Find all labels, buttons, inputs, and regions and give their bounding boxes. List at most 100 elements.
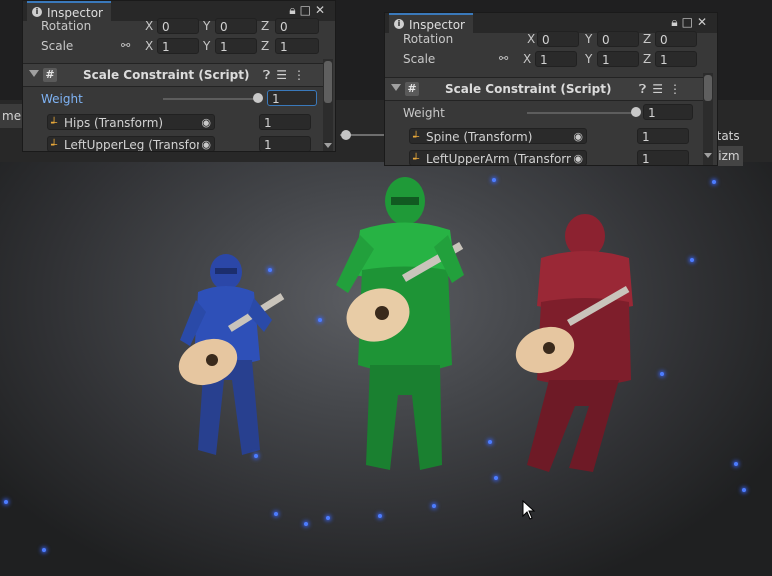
- scale-z-label[interactable]: Z: [261, 37, 269, 55]
- mouse-pointer-icon: [522, 500, 536, 520]
- lock-icon[interactable]: 🔒︎: [289, 3, 299, 17]
- weight-field[interactable]: 1: [643, 104, 693, 120]
- inspector-panel-left[interactable]: i Inspector 🔒︎□✕ Rotation X 0 Y 0 Z 0 Sc…: [22, 0, 336, 152]
- guitar-soundhole: [206, 354, 218, 366]
- source-transform-field[interactable]: ┵ Spine (Transform) ◉: [409, 128, 587, 144]
- kebab-menu-icon[interactable]: ⋮: [293, 68, 311, 82]
- particle-sparkle: [494, 476, 498, 480]
- help-icon[interactable]: ❓︎: [263, 68, 276, 82]
- info-icon: i: [394, 19, 404, 29]
- source-transform-field[interactable]: ┵ LeftUpperArm (Transform ◉: [409, 150, 587, 165]
- particle-sparkle: [712, 180, 716, 184]
- character-red[interactable]: [505, 210, 645, 475]
- scrollbar-thumb[interactable]: [704, 75, 712, 101]
- object-picker-icon[interactable]: ◉: [571, 129, 583, 143]
- scale-x-label[interactable]: X: [145, 37, 153, 55]
- inspector-scrollbar[interactable]: [323, 59, 333, 151]
- weight-slider-knob[interactable]: [631, 107, 641, 117]
- component-header[interactable]: # Scale Constraint (Script) ❓︎☰⋮: [23, 63, 325, 87]
- scrollbar-thumb[interactable]: [324, 61, 332, 103]
- rotation-x-field[interactable]: 0: [157, 18, 199, 34]
- transform-icon: ┵: [413, 132, 420, 143]
- preset-icon[interactable]: ☰: [652, 82, 669, 96]
- help-icon[interactable]: ❓︎: [639, 82, 652, 96]
- scene-toolbar-slider-knob[interactable]: [341, 130, 351, 140]
- source-weight-field[interactable]: 1: [259, 136, 311, 151]
- source-weight-field[interactable]: 1: [259, 114, 311, 130]
- character-green[interactable]: [330, 175, 470, 475]
- object-picker-icon[interactable]: ◉: [199, 137, 211, 151]
- character-green-mask: [391, 197, 419, 205]
- particle-sparkle: [734, 462, 738, 466]
- rotation-y-label[interactable]: Y: [585, 30, 592, 48]
- particle-sparkle: [488, 440, 492, 444]
- scale-y-field[interactable]: 1: [215, 38, 257, 54]
- kebab-menu-icon[interactable]: ⋮: [669, 82, 687, 96]
- foldout-arrow-icon[interactable]: [391, 84, 401, 91]
- constrain-proportions-icon[interactable]: ⚯: [121, 37, 130, 55]
- window-buttons: 🔒︎□✕: [671, 15, 711, 30]
- rotation-x-label[interactable]: X: [527, 30, 535, 48]
- guitar-soundhole: [375, 306, 389, 320]
- scale-x-label[interactable]: X: [523, 50, 531, 68]
- rotation-label: Rotation: [403, 32, 454, 46]
- source-weight-field[interactable]: 1: [637, 128, 689, 144]
- scroll-down-arrow-icon[interactable]: [704, 153, 712, 158]
- weight-slider-knob[interactable]: [253, 93, 263, 103]
- scroll-down-arrow-icon[interactable]: [324, 143, 332, 148]
- rotation-z-label[interactable]: Z: [261, 17, 269, 35]
- rotation-x-label[interactable]: X: [145, 17, 153, 35]
- foldout-arrow-icon[interactable]: [29, 70, 39, 77]
- particle-sparkle: [42, 548, 46, 552]
- particle-sparkle: [326, 516, 330, 520]
- scale-x-field[interactable]: 1: [535, 51, 577, 67]
- source-weight-field[interactable]: 1: [637, 150, 689, 165]
- particle-sparkle: [318, 318, 322, 322]
- particle-sparkle: [378, 514, 382, 518]
- scale-y-label[interactable]: Y: [585, 50, 592, 68]
- scene-tab-partial[interactable]: me: [0, 104, 22, 128]
- object-picker-icon[interactable]: ◉: [199, 115, 211, 129]
- scale-y-field[interactable]: 1: [597, 51, 639, 67]
- maximize-icon[interactable]: □: [300, 3, 315, 17]
- rotation-label: Rotation: [41, 19, 92, 33]
- particle-sparkle: [268, 268, 272, 272]
- scale-y-label[interactable]: Y: [203, 37, 210, 55]
- rotation-y-label[interactable]: Y: [203, 17, 210, 35]
- particle-sparkle: [492, 178, 496, 182]
- maximize-icon[interactable]: □: [682, 15, 697, 29]
- weight-field[interactable]: 1: [267, 90, 317, 106]
- preset-icon[interactable]: ☰: [276, 68, 293, 82]
- component-title: Scale Constraint (Script): [83, 68, 250, 82]
- rotation-z-label[interactable]: Z: [643, 30, 651, 48]
- particle-sparkle: [432, 504, 436, 508]
- close-icon[interactable]: ✕: [315, 3, 329, 17]
- lock-icon[interactable]: 🔒︎: [671, 15, 681, 29]
- weight-slider-track[interactable]: [527, 112, 637, 114]
- close-icon[interactable]: ✕: [697, 15, 711, 29]
- rotation-z-field[interactable]: 0: [275, 18, 319, 34]
- component-title: Scale Constraint (Script): [445, 82, 612, 96]
- character-blue[interactable]: [168, 250, 298, 465]
- scale-z-label[interactable]: Z: [643, 50, 651, 68]
- character-blue-mask: [215, 268, 237, 274]
- scale-z-field[interactable]: 1: [275, 38, 319, 54]
- character-green-legs: [366, 365, 442, 470]
- info-icon: i: [32, 7, 42, 17]
- rotation-z-field[interactable]: 0: [655, 31, 697, 47]
- scale-z-field[interactable]: 1: [655, 51, 697, 67]
- object-picker-icon[interactable]: ◉: [571, 151, 583, 165]
- source-transform-field[interactable]: ┵ LeftUpperLeg (Transfor ◉: [47, 136, 215, 151]
- source-transform-field[interactable]: ┵ Hips (Transform) ◉: [47, 114, 215, 130]
- inspector-panel-right[interactable]: i Inspector 🔒︎□✕ Rotation X 0 Y 0 Z 0 Sc…: [384, 12, 718, 166]
- component-icons: ❓︎☰⋮: [263, 64, 311, 86]
- rotation-x-field[interactable]: 0: [537, 31, 579, 47]
- transform-icon: ┵: [51, 118, 58, 129]
- constrain-proportions-icon[interactable]: ⚯: [499, 50, 508, 68]
- weight-slider-track[interactable]: [163, 98, 257, 100]
- scale-x-field[interactable]: 1: [157, 38, 199, 54]
- rotation-y-field[interactable]: 0: [215, 18, 257, 34]
- inspector-scrollbar[interactable]: [703, 73, 713, 165]
- rotation-y-field[interactable]: 0: [597, 31, 639, 47]
- component-header[interactable]: # Scale Constraint (Script) ❓︎☰⋮: [385, 77, 703, 101]
